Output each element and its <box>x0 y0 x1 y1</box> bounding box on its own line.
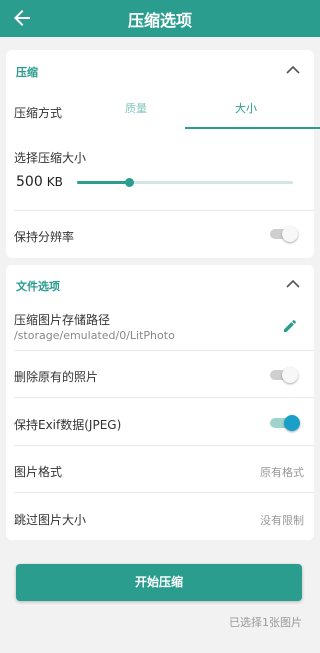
divider <box>14 492 314 493</box>
divider <box>14 210 314 211</box>
app-bar: 压缩选项 <box>0 0 320 37</box>
size-slider-fill <box>77 181 129 184</box>
compress-card: 压缩 压缩方式 质量 大小 选择压缩大小 500 KB 保持分辨率 <box>6 50 320 258</box>
keep-exif-label: 保持Exif数据(JPEG) <box>14 418 122 432</box>
divider <box>14 445 314 446</box>
size-select-label: 选择压缩大小 <box>14 151 87 165</box>
image-format-label: 图片格式 <box>14 465 63 479</box>
skip-size-label: 跳过图片大小 <box>14 513 87 527</box>
keep-resolution-label: 保持分辨率 <box>14 230 75 244</box>
chevron-up-icon[interactable] <box>286 65 300 75</box>
save-path-value: /storage/emulated/0/LitPhoto <box>14 329 175 342</box>
compress-mode-label: 压缩方式 <box>14 106 63 120</box>
compress-section-title: 压缩 <box>16 66 38 79</box>
page-title: 压缩选项 <box>127 11 192 30</box>
start-compress-button[interactable]: 开始压缩 <box>16 564 302 601</box>
save-path-label: 压缩图片存储路径 <box>14 313 111 327</box>
file-options-card: 文件选项 压缩图片存储路径 /storage/emulated/0/LitPho… <box>6 265 314 540</box>
switch-thumb <box>282 226 298 242</box>
size-value-number: 500 <box>16 174 43 190</box>
divider <box>14 350 314 351</box>
tab-size[interactable]: 大小 <box>186 100 306 116</box>
size-slider[interactable] <box>77 178 293 187</box>
pencil-icon[interactable] <box>282 318 298 334</box>
keep-exif-switch[interactable] <box>270 415 300 431</box>
switch-thumb <box>282 367 298 383</box>
skip-size-value[interactable]: 没有限制 <box>260 512 304 528</box>
image-format-value[interactable]: 原有格式 <box>260 464 304 480</box>
switch-thumb <box>284 415 300 431</box>
keep-resolution-switch[interactable] <box>270 226 298 242</box>
size-value-unit: KB <box>46 175 63 189</box>
tab-quality[interactable]: 质量 <box>76 100 196 116</box>
divider <box>14 397 314 398</box>
delete-original-label: 删除原有的照片 <box>14 370 99 384</box>
size-value: 500 KB <box>16 174 63 190</box>
tab-indicator <box>185 127 320 129</box>
file-section-title: 文件选项 <box>16 280 60 293</box>
chevron-up-icon[interactable] <box>286 279 300 289</box>
delete-original-switch[interactable] <box>270 367 298 383</box>
selected-count: 已选择1张图片 <box>229 616 302 629</box>
size-slider-thumb[interactable] <box>124 178 134 187</box>
